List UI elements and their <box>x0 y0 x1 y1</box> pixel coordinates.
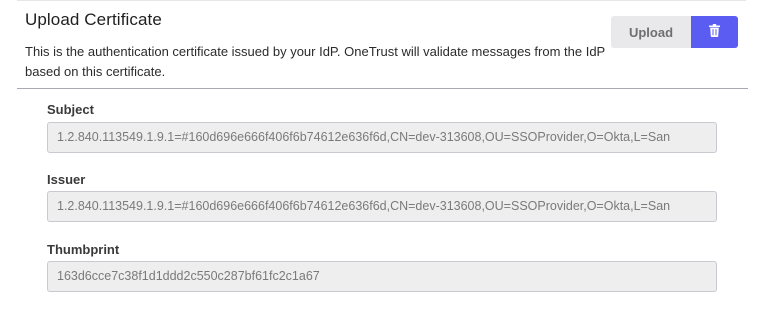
panel-description: This is the authentication certificate i… <box>25 44 605 79</box>
panel-title: Upload Certificate <box>25 10 162 29</box>
issuer-field[interactable]: 1.2.840.113549.1.9.1=#160d696e666f406f6b… <box>47 191 717 222</box>
top-rule <box>17 0 746 1</box>
section-divider <box>17 88 748 89</box>
trash-icon <box>709 24 720 40</box>
certificate-actions: Upload <box>611 16 738 48</box>
upload-button[interactable]: Upload <box>611 16 691 48</box>
issuer-label: Issuer <box>47 172 86 187</box>
upload-certificate-panel: Upload Certificate This is the authentic… <box>0 0 770 322</box>
thumbprint-field[interactable]: 163d6cce7c38f1d1ddd2c550c287bf61fc2c1a67 <box>47 261 717 292</box>
delete-button[interactable] <box>691 16 738 48</box>
subject-label: Subject <box>47 102 94 117</box>
thumbprint-label: Thumbprint <box>47 242 120 257</box>
subject-field[interactable]: 1.2.840.113549.1.9.1=#160d696e666f406f6b… <box>47 122 717 153</box>
